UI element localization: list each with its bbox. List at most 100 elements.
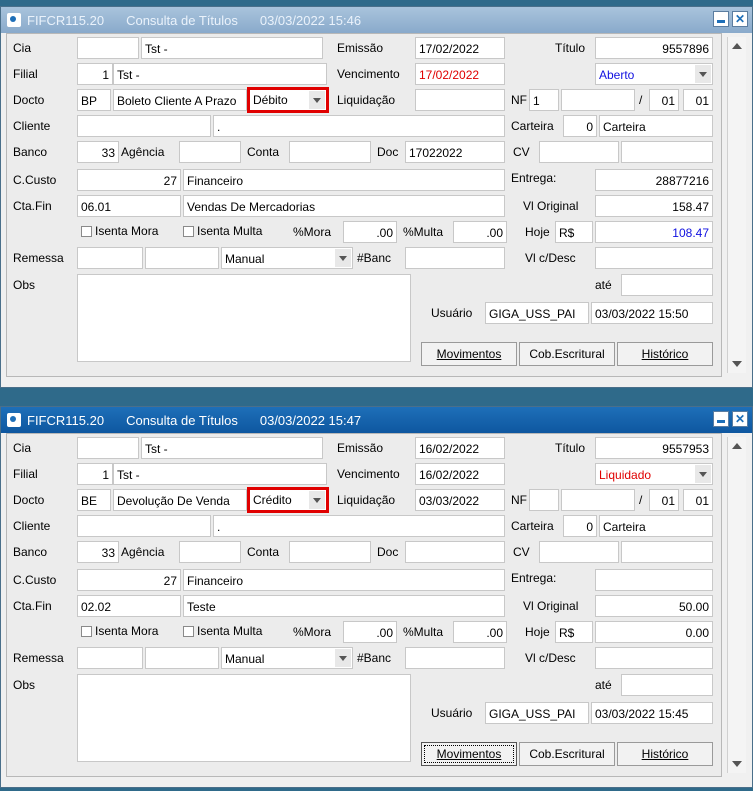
bancnum-field[interactable] [405,247,505,269]
scroll-down-icon[interactable] [732,361,742,367]
cliente-code-field[interactable] [77,515,211,537]
conta-field[interactable] [289,141,371,163]
docto-code-field[interactable]: BE [77,489,111,511]
cliente-desc-field[interactable]: . [213,515,505,537]
usuario-datetime-field[interactable]: 03/03/2022 15:50 [591,302,713,324]
entrega-field[interactable]: 28877216 [595,169,713,191]
historico-button[interactable]: Histórico [617,342,713,366]
carteira-desc-field[interactable]: Carteira [599,515,713,537]
docto-code-field[interactable]: BP [77,89,111,111]
nf-parcela-field[interactable]: 01 [683,89,713,111]
cliente-code-field[interactable] [77,115,211,137]
cv-field-2[interactable] [621,541,713,563]
status-select[interactable]: Liquidado [595,463,713,485]
emissao-field[interactable]: 17/02/2022 [415,37,505,59]
conta-field[interactable] [289,541,371,563]
chevron-down-icon[interactable] [335,249,351,267]
usuario-field[interactable]: GIGA_USS_PAI [485,302,589,324]
nf-number-field[interactable] [529,489,559,511]
vloriginal-field[interactable]: 50.00 [595,595,713,617]
scroll-down-icon[interactable] [732,761,742,767]
ctafin-desc-field[interactable]: Vendas De Mercadorias [183,195,505,217]
filial-desc-field[interactable]: Tst - [113,463,327,485]
cia-code-field[interactable] [77,37,139,59]
doc-field[interactable] [405,541,505,563]
doc-field[interactable]: 17022022 [405,141,505,163]
remessa-field-1[interactable] [77,647,143,669]
cia-desc-field[interactable]: Tst - [141,37,323,59]
ccusto-number-field[interactable]: 27 [77,569,181,591]
chevron-down-icon[interactable] [335,649,351,667]
remessa-mode-select[interactable]: Manual [221,647,353,669]
vencimento-field[interactable]: 16/02/2022 [415,463,505,485]
filial-number-field[interactable]: 1 [77,63,113,85]
remessa-field-2[interactable] [145,647,219,669]
filial-desc-field[interactable]: Tst - [113,63,327,85]
banco-number-field[interactable]: 33 [77,141,119,163]
hoje-value-field[interactable]: 108.47 [595,221,713,243]
entrega-field[interactable] [595,569,713,591]
pmulta-field[interactable]: .00 [453,221,507,243]
obs-textarea[interactable] [77,674,411,762]
cv-field-2[interactable] [621,141,713,163]
title-bar[interactable]: FIFCR115.20 Consulta de Títulos 03/03/20… [1,407,752,433]
isenta-multa-checkbox[interactable]: Isenta Multa [183,224,262,238]
chevron-down-icon[interactable] [309,491,325,509]
cv-field-1[interactable] [539,541,619,563]
chevron-down-icon[interactable] [695,65,711,83]
agencia-field[interactable] [179,141,241,163]
remessa-mode-select[interactable]: Manual [221,247,353,269]
remessa-field-1[interactable] [77,247,143,269]
chevron-down-icon[interactable] [695,465,711,483]
pmora-field[interactable]: .00 [343,621,397,643]
pmulta-field[interactable]: .00 [453,621,507,643]
hoje-value-field[interactable]: 0.00 [595,621,713,643]
usuario-field[interactable]: GIGA_USS_PAI [485,702,589,724]
checkbox-box[interactable] [81,225,92,237]
titulo-field[interactable]: 9557953 [595,437,713,459]
scroll-up-icon[interactable] [732,43,742,49]
ctafin-desc-field[interactable]: Teste [183,595,505,617]
title-bar[interactable]: FIFCR115.20 Consulta de Títulos 03/03/20… [1,7,752,33]
checkbox-box[interactable] [183,225,194,237]
isenta-mora-checkbox[interactable]: Isenta Mora [81,224,158,238]
nf-serie-field[interactable]: 01 [649,89,679,111]
titulo-field[interactable]: 9557896 [595,37,713,59]
cob-escritural-button[interactable]: Cob.Escritural [519,742,615,766]
hoje-currency-field[interactable]: R$ [555,221,593,243]
carteira-desc-field[interactable]: Carteira [599,115,713,137]
ate-field[interactable] [621,274,713,296]
obs-textarea[interactable] [77,274,411,362]
close-icon[interactable]: ✕ [732,411,748,427]
cob-escritural-button[interactable]: Cob.Escritural [519,342,615,366]
nf-field-2[interactable] [561,489,635,511]
usuario-datetime-field[interactable]: 03/03/2022 15:45 [591,702,713,724]
vloriginal-field[interactable]: 158.47 [595,195,713,217]
vlcdesc-field[interactable] [595,247,713,269]
ctafin-code-field[interactable]: 02.02 [77,595,181,617]
ccusto-desc-field[interactable]: Financeiro [183,569,505,591]
checkbox-box[interactable] [183,625,194,637]
hoje-currency-field[interactable]: R$ [555,621,593,643]
nf-serie-field[interactable]: 01 [649,489,679,511]
isenta-mora-checkbox[interactable]: Isenta Mora [81,624,158,638]
movimentos-button[interactable]: Movimentos [421,742,517,766]
movimentos-button[interactable]: Movimentos [421,342,517,366]
vertical-scrollbar[interactable] [727,437,746,773]
historico-button[interactable]: Histórico [617,742,713,766]
cia-code-field[interactable] [77,437,139,459]
liquidacao-field[interactable] [415,89,505,111]
status-select[interactable]: Aberto [595,63,713,85]
vencimento-field[interactable]: 17/02/2022 [415,63,505,85]
bancnum-field[interactable] [405,647,505,669]
agencia-field[interactable] [179,541,241,563]
carteira-number-field[interactable]: 0 [563,515,597,537]
close-icon[interactable]: ✕ [732,11,748,27]
vlcdesc-field[interactable] [595,647,713,669]
ccusto-number-field[interactable]: 27 [77,169,181,191]
ate-field[interactable] [621,674,713,696]
docto-type-select[interactable]: Crédito [247,487,329,513]
liquidacao-field[interactable]: 03/03/2022 [415,489,505,511]
scroll-up-icon[interactable] [732,443,742,449]
cliente-desc-field[interactable]: . [213,115,505,137]
